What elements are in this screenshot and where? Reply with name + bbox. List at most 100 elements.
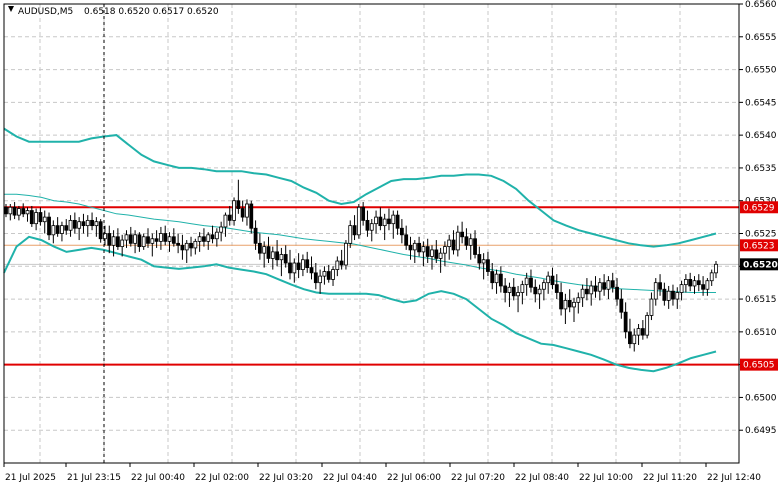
candle-bull xyxy=(666,290,671,301)
candle-bear xyxy=(283,254,288,264)
ohlc-readout: 0.6518 0.6520 0.6517 0.6520 xyxy=(84,7,219,17)
candle-bear xyxy=(473,238,477,255)
candle-bear xyxy=(115,236,120,248)
candle-bear xyxy=(658,282,662,290)
level-tag-label: 0.6529 xyxy=(743,203,775,213)
price-tick-label: 0.6545 xyxy=(745,98,777,108)
candle-bear xyxy=(210,234,215,240)
candle-bear xyxy=(249,203,254,229)
candle-bull xyxy=(348,225,353,244)
candle-bull xyxy=(580,288,585,299)
candle-bear xyxy=(451,239,456,251)
candle-bull xyxy=(42,216,47,223)
candle-bull xyxy=(443,246,447,254)
price-chart[interactable]: 0.6495 0.6500 0.6505 0.6510 0.6515 0.6520 0.65… xyxy=(0,0,781,489)
candle-bear xyxy=(12,206,17,216)
candle-bull xyxy=(335,260,340,270)
price-tick-label: 0.6550 xyxy=(745,66,777,76)
time-tick-label: 22 Jul 06:00 xyxy=(387,473,441,483)
candle-bear xyxy=(189,242,193,249)
candle-bull xyxy=(563,299,568,310)
candle-bear xyxy=(602,282,607,290)
candle-bull xyxy=(133,234,137,244)
candle-bear xyxy=(477,254,482,264)
candle-bull xyxy=(85,219,90,227)
candle-bull xyxy=(124,234,129,241)
time-tick-label: 22 Jul 03:20 xyxy=(259,473,313,483)
candle-bull xyxy=(546,275,551,284)
candle-bull xyxy=(516,292,520,297)
candle-bear xyxy=(464,236,469,246)
candle-bull xyxy=(25,210,30,215)
candle-bear xyxy=(202,236,206,242)
candle-bull xyxy=(51,225,56,236)
candle-bull xyxy=(391,214,396,225)
price-tick-label: 0.6510 xyxy=(745,328,777,338)
candle-bull xyxy=(653,282,658,300)
candle-bull xyxy=(537,288,542,295)
candle-bull xyxy=(494,273,499,284)
candle-bear xyxy=(640,328,645,336)
candle-bear xyxy=(326,271,331,280)
time-tick-label: 22 Jul 00:40 xyxy=(131,473,185,483)
candle-bull xyxy=(481,259,486,264)
candle-bear xyxy=(701,284,705,290)
candle-bear xyxy=(529,277,533,288)
time-tick-label: 22 Jul 02:00 xyxy=(195,473,249,483)
candle-bull xyxy=(34,212,39,225)
candle-bull xyxy=(17,208,21,216)
candle-bear xyxy=(288,262,292,274)
candle-bear xyxy=(623,311,628,333)
candle-bear xyxy=(585,288,589,295)
candle-bear xyxy=(434,249,439,259)
candle-bull xyxy=(159,233,163,242)
candle-bull xyxy=(520,284,525,293)
candle-bull xyxy=(223,214,228,228)
candle-bull xyxy=(292,262,297,274)
candle-bull xyxy=(262,246,267,254)
candle-bear xyxy=(128,234,133,244)
candle-bear xyxy=(4,206,8,215)
candle-bull xyxy=(197,236,202,242)
time-tick-label: 22 Jul 10:00 xyxy=(579,473,633,483)
candle-bull xyxy=(206,234,211,242)
candle-bull xyxy=(374,216,378,225)
candle-bear xyxy=(163,233,168,242)
price-tick-label: 0.6515 xyxy=(745,295,777,305)
candle-bull xyxy=(412,242,417,251)
candle-bull xyxy=(524,277,529,286)
candle-bull xyxy=(645,315,650,336)
candle-bear xyxy=(29,210,34,225)
candle-bull xyxy=(245,203,249,218)
candle-bull xyxy=(649,298,654,316)
price-tick-label: 0.6540 xyxy=(745,131,777,141)
candle-bull xyxy=(77,221,82,229)
candle-bull xyxy=(150,238,155,244)
candle-bull xyxy=(636,328,641,336)
candle-bull xyxy=(141,236,146,248)
candle-bull xyxy=(219,226,224,233)
candle-bull xyxy=(167,236,172,242)
candle-bear xyxy=(503,285,508,293)
candle-bull xyxy=(232,200,236,221)
candle-bear xyxy=(533,286,538,295)
candle-bear xyxy=(296,262,301,270)
candle-bull xyxy=(576,297,581,303)
candle-bull xyxy=(705,280,710,290)
candle-bull xyxy=(60,225,64,234)
candle-bear xyxy=(21,208,26,215)
candle-bear xyxy=(227,214,232,221)
candle-bear xyxy=(361,206,366,221)
symbol-label: AUDUSD,M5 xyxy=(18,7,73,17)
candle-bear xyxy=(486,259,490,272)
time-tick-label: 21 Jul 23:15 xyxy=(67,473,121,483)
candle-bear xyxy=(253,227,258,244)
candle-bear xyxy=(171,236,176,244)
level-tag-label: 0.6505 xyxy=(743,361,775,371)
candle-bear xyxy=(180,244,185,251)
candle-bear xyxy=(615,286,619,300)
candle-bear xyxy=(593,285,598,292)
candle-bear xyxy=(72,219,77,229)
time-tick-label: 22 Jul 11:20 xyxy=(643,473,697,483)
candle-bull xyxy=(632,334,637,345)
